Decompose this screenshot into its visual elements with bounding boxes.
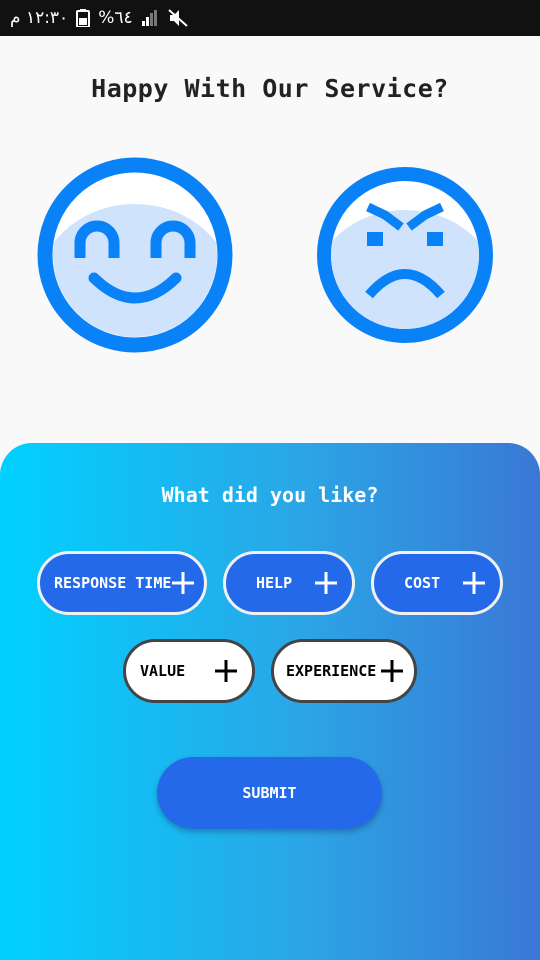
chip-label: VALUE	[140, 662, 186, 680]
happy-face-icon[interactable]	[36, 156, 234, 354]
angry-face-icon[interactable]	[315, 165, 495, 345]
page-title: Happy With Our Service?	[91, 74, 449, 103]
chip-help[interactable]: HELP	[223, 551, 355, 615]
status-indicators: ١٢:٣٠ م %٦٤	[10, 0, 189, 36]
feedback-panel: What did you like? RESPONSE TIME HELP CO…	[0, 443, 540, 960]
chip-label: COST	[404, 574, 441, 592]
status-bar: ١٢:٣٠ م %٦٤	[0, 0, 540, 36]
panel-title: What did you like?	[161, 483, 379, 507]
chip-value[interactable]: VALUE	[123, 639, 255, 703]
status-time: ١٢:٣٠ م	[10, 8, 69, 28]
plus-icon	[381, 660, 403, 682]
chip-label: EXPERIENCE	[286, 662, 377, 680]
plus-icon	[315, 572, 337, 594]
chip-label: HELP	[256, 574, 293, 592]
plus-icon	[463, 572, 485, 594]
chip-cost[interactable]: COST	[371, 551, 503, 615]
plus-icon	[172, 572, 195, 594]
signal-icon	[141, 9, 159, 27]
battery-percent: %٦٤	[98, 8, 133, 28]
chip-experience[interactable]: EXPERIENCE	[271, 639, 417, 703]
battery-icon	[76, 9, 91, 27]
chip-response-time[interactable]: RESPONSE TIME	[37, 551, 207, 615]
chip-label: RESPONSE TIME	[54, 574, 172, 592]
submit-button[interactable]: SUBMIT	[157, 757, 382, 829]
plus-icon	[215, 660, 237, 682]
mute-icon	[167, 8, 189, 28]
